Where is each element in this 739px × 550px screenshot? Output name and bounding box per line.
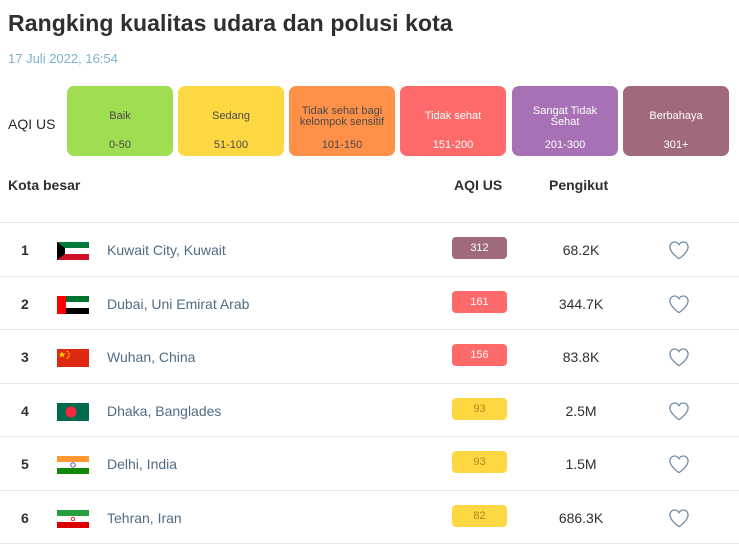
city-ranking-table: 1 Kuwait City, Kuwait 312 68.2K 2 Dubai,… [0, 222, 739, 543]
page-title: Rangking kualitas udara dan polusi kota [8, 10, 453, 36]
aqi-level-range: 301+ [663, 139, 689, 151]
heart-icon[interactable] [668, 240, 690, 260]
rank-number: 4 [21, 402, 29, 419]
heart-icon[interactable] [668, 401, 690, 421]
table-row: 1 Kuwait City, Kuwait 312 68.2K [0, 222, 739, 276]
heart-icon[interactable] [668, 347, 690, 367]
table-row: 3 Wuhan, China 156 83.8K [0, 329, 739, 383]
rank-number: 1 [21, 242, 29, 258]
table-row: 5 Delhi, India 93 1.5M [0, 436, 739, 490]
aqi-level-hazardous: Berbahaya 301+ [623, 86, 729, 156]
aqi-level-name: Sedang [212, 110, 250, 122]
aqi-level-range: 0-50 [108, 139, 132, 151]
city-link[interactable]: Kuwait City, Kuwait [107, 242, 226, 258]
city-link[interactable]: Dhaka, Banglades [107, 403, 221, 419]
iran-flag-icon [57, 509, 89, 528]
uae-flag-icon [57, 295, 89, 314]
aqi-badge: 156 [452, 344, 507, 366]
table-header: Kota besar AQI US Pengikut [0, 177, 739, 197]
aqi-level-range: 201-300 [544, 139, 586, 151]
legend-label: AQI US [8, 116, 56, 132]
aqi-badge: 93 [452, 451, 507, 473]
aqi-level-range: 151-200 [432, 139, 474, 151]
column-header-followers: Pengikut [549, 177, 609, 193]
rank-number: 3 [21, 349, 29, 365]
follower-count: 1.5M [565, 456, 597, 472]
follower-count: 83.8K [562, 349, 600, 365]
aqi-level-name: Tidak sehat [424, 110, 482, 122]
table-row: 6 Tehran, Iran 82 686.3K [0, 489, 739, 544]
rank-number: 5 [21, 456, 29, 472]
aqi-level-range: 101-150 [321, 139, 363, 151]
table-bottom-divider [0, 543, 739, 544]
city-link[interactable]: Tehran, Iran [107, 510, 182, 526]
aqi-badge: 161 [452, 290, 507, 313]
city-link[interactable]: Dubai, Uni Emirat Arab [107, 296, 249, 312]
city-link[interactable]: Wuhan, China [107, 349, 195, 365]
heart-icon[interactable] [668, 454, 690, 474]
aqi-level-name: Baik [109, 110, 131, 122]
timestamp: 17 Juli 2022, 16:54 [8, 51, 118, 66]
aqi-level-very-unhealthy: Sangat Tidak Sehat 201-300 [512, 86, 618, 156]
kuwait-flag-icon [57, 242, 89, 260]
follower-count: 2.5M [565, 402, 597, 419]
table-row: 4 Dhaka, Banglades 93 2.5M [0, 382, 739, 437]
china-flag-icon [57, 349, 89, 367]
aqi-level-name: Tidak sehat bagi kelompok sensitif [299, 104, 385, 128]
aqi-level-unhealthy-sensitive: Tidak sehat bagi kelompok sensitif 101-1… [289, 86, 395, 156]
follower-count: 686.3K [558, 509, 604, 526]
aqi-level-range: 51-100 [213, 139, 249, 151]
aqi-legend: AQI US Baik 0-50 Sedang 51-100 Tidak seh… [0, 86, 739, 156]
heart-icon[interactable] [668, 294, 690, 314]
india-flag-icon [57, 456, 89, 474]
aqi-badge: 82 [452, 504, 507, 527]
aqi-level-good: Baik 0-50 [67, 86, 173, 156]
rank-number: 2 [21, 295, 29, 312]
aqi-badge: 93 [452, 397, 507, 420]
column-header-city: Kota besar [8, 177, 81, 193]
aqi-level-name: Berbahaya [649, 110, 703, 122]
column-header-aqi: AQI US [454, 177, 503, 193]
aqi-level-name: Sangat Tidak Sehat [532, 104, 598, 128]
city-link[interactable]: Delhi, India [107, 456, 177, 472]
aqi-level-moderate: Sedang 51-100 [178, 86, 284, 156]
follower-count: 344.7K [558, 295, 604, 312]
table-row: 2 Dubai, Uni Emirat Arab 161 344.7K [0, 275, 739, 330]
heart-icon[interactable] [668, 508, 690, 528]
aqi-badge: 312 [452, 237, 507, 259]
bangladesh-flag-icon [57, 402, 89, 421]
rank-number: 6 [21, 509, 29, 526]
follower-count: 68.2K [562, 242, 600, 258]
aqi-level-unhealthy: Tidak sehat 151-200 [400, 86, 506, 156]
